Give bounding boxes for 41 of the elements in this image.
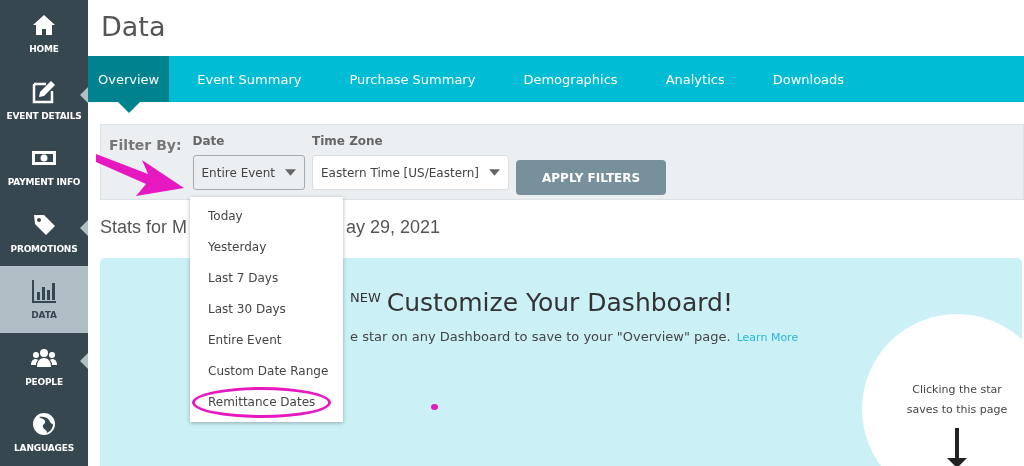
bar-chart-icon [31, 278, 57, 305]
page-title: Data [100, 10, 167, 44]
sidebar-item[interactable]: HOME [0, 0, 88, 67]
time-zone-dropdown[interactable]: Eastern Time [US/Eastern] [312, 155, 510, 190]
stats-heading: Stats for M [100, 216, 186, 239]
sidebar-label: PEOPLE [25, 376, 63, 387]
sidebar-label: PROMOTIONS [10, 243, 78, 254]
annotation-dot [431, 404, 438, 410]
down-arrow-icon [947, 428, 967, 466]
sidebar-item[interactable]: LANGUAGES [0, 399, 88, 466]
menu-item[interactable]: Entire Event [200, 325, 290, 356]
new-label: NEW [350, 290, 381, 305]
sidebar-item[interactable]: PROMOTIONS [0, 199, 88, 266]
time-zone-label: Time Zone [312, 134, 384, 148]
date-label: Date [192, 134, 226, 148]
stats-heading: ay 29, 2021 [346, 216, 441, 239]
menu-item[interactable]: Today [200, 201, 251, 232]
tab-pointer [117, 102, 140, 113]
filter-by-label: Filter By: [109, 137, 182, 153]
menu-item[interactable]: Remittance Dates [192, 387, 332, 418]
edit-icon [31, 78, 57, 105]
globe-icon [31, 411, 57, 438]
tab[interactable]: Overview [88, 56, 170, 102]
sidebar-label: DATA [31, 310, 57, 321]
menu-item[interactable]: Last 30 Days [200, 294, 294, 325]
callout-text: Clicking the star saves to this page [905, 382, 1009, 418]
banner-text: e star on any Dashboard to save to your "Overview" page. [350, 329, 731, 344]
sidebar-label: PAYMENT INFO [7, 177, 81, 188]
sidebar-item[interactable]: PAYMENT INFO [0, 133, 88, 200]
date-dropdown[interactable]: Entire Event [192, 155, 305, 190]
sidebar-item[interactable]: PEOPLE [0, 332, 88, 399]
banner-title: Customize Your Dashboard! [386, 288, 733, 317]
menu-item[interactable]: Custom Date Range [200, 356, 337, 387]
sidebar-label: LANGUAGES [14, 443, 74, 454]
sidebar-label: EVENT DETAILS [6, 110, 82, 121]
caret-icon [285, 169, 296, 176]
menu-item[interactable]: Yesterday [200, 232, 275, 263]
menu-item[interactable]: Last 7 Days [200, 263, 287, 294]
sidebar-item[interactable]: DATA [0, 266, 88, 333]
caret-icon [489, 169, 501, 176]
sidebar-label: HOME [29, 44, 59, 55]
